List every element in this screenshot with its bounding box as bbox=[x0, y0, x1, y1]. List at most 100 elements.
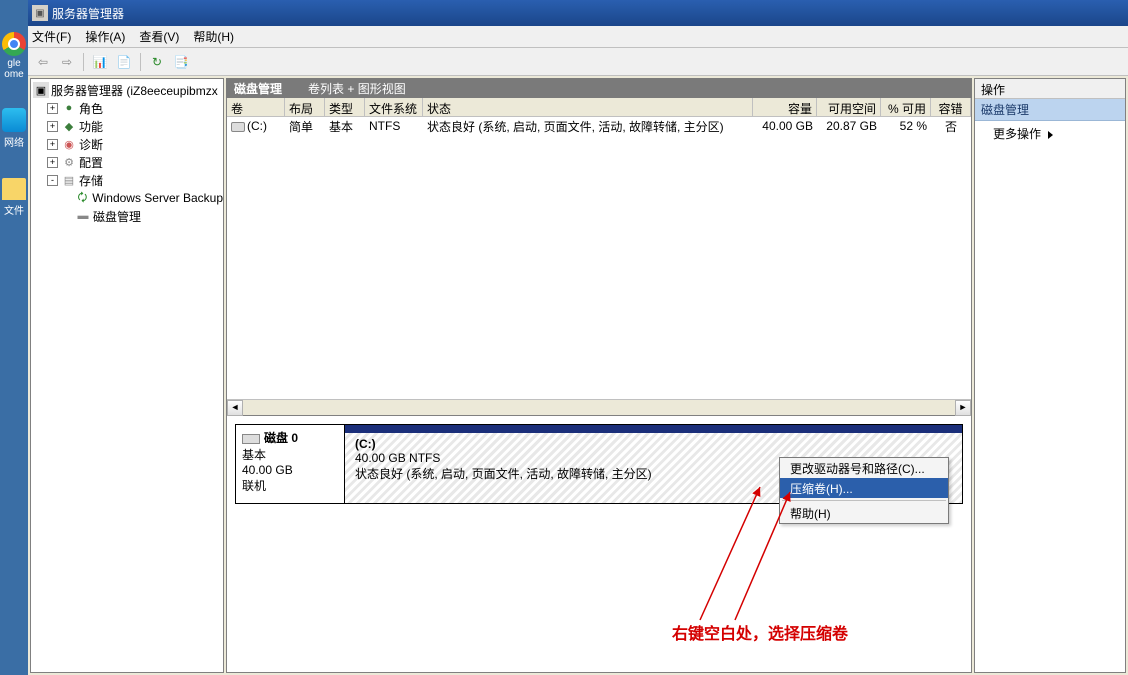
tree-item-config[interactable]: + ⚙ 配置 bbox=[31, 153, 223, 171]
tree-label: 角色 bbox=[79, 100, 103, 117]
tree-item-features[interactable]: + ◆ 功能 bbox=[31, 117, 223, 135]
desktop-icon-label: 文件 bbox=[0, 202, 28, 217]
context-menu: 更改驱动器号和路径(C)... 压缩卷(H)... 帮助(H) bbox=[779, 457, 949, 524]
desktop-icon-chrome[interactable]: gle ome bbox=[0, 30, 28, 86]
cell-free: 20.87 GB bbox=[817, 119, 881, 133]
export-button[interactable]: 📑 bbox=[170, 51, 192, 73]
horizontal-scrollbar[interactable]: ◄ ► bbox=[227, 399, 971, 415]
actions-section[interactable]: 磁盘管理 bbox=[975, 99, 1125, 121]
expand-icon[interactable]: + bbox=[47, 121, 58, 132]
diagnostics-icon: ◉ bbox=[61, 136, 77, 152]
storage-icon: ▤ bbox=[61, 172, 77, 188]
disk-state: 联机 bbox=[242, 477, 338, 494]
disk-info[interactable]: 磁盘 0 基本 40.00 GB 联机 bbox=[235, 424, 345, 504]
partition-color-bar bbox=[345, 425, 962, 433]
actions-more[interactable]: 更多操作 bbox=[975, 121, 1125, 146]
backup-icon: 🗘 bbox=[74, 190, 90, 206]
tree-label: 配置 bbox=[79, 154, 103, 171]
main-header-subtitle: 卷列表 + 图形视图 bbox=[308, 80, 406, 97]
app-icon bbox=[2, 108, 26, 132]
disk-icon bbox=[242, 434, 260, 444]
cell-filesystem: NTFS bbox=[365, 119, 423, 133]
chrome-icon bbox=[2, 32, 26, 56]
tree-label: Windows Server Backup bbox=[92, 191, 223, 205]
tree-item-diskmgmt[interactable]: ▬ 磁盘管理 bbox=[31, 207, 223, 225]
cell-fault: 否 bbox=[931, 118, 971, 135]
menu-change-drive-letter[interactable]: 更改驱动器号和路径(C)... bbox=[780, 458, 948, 478]
window-title: 服务器管理器 bbox=[52, 5, 124, 22]
menu-shrink-volume[interactable]: 压缩卷(H)... bbox=[780, 478, 948, 498]
cell-type: 基本 bbox=[325, 118, 365, 135]
server-manager-window: ▣ 服务器管理器 文件(F) 操作(A) 查看(V) 帮助(H) ⇦ ⇨ 📊 📄… bbox=[28, 0, 1128, 675]
actions-pane: 操作 磁盘管理 更多操作 bbox=[974, 78, 1126, 673]
config-icon: ⚙ bbox=[61, 154, 77, 170]
collapse-icon[interactable]: - bbox=[47, 175, 58, 186]
desktop-background[interactable]: gle ome 网络 文件 bbox=[0, 0, 28, 675]
menu-separator bbox=[782, 500, 946, 501]
cell-status: 状态良好 (系统, 启动, 页面文件, 活动, 故障转储, 主分区) bbox=[423, 118, 753, 135]
expand-icon[interactable]: + bbox=[47, 139, 58, 150]
col-type[interactable]: 类型 bbox=[325, 98, 365, 116]
menu-view[interactable]: 查看(V) bbox=[139, 28, 179, 45]
forward-button: ⇨ bbox=[56, 51, 78, 73]
main-header: 磁盘管理 卷列表 + 图形视图 bbox=[226, 78, 972, 98]
tree-root[interactable]: ▣ 服务器管理器 (iZ8eeceupibmzx bbox=[31, 81, 223, 99]
desktop-icon-label: ome bbox=[0, 69, 28, 80]
annotation-text: 右键空白处，选择压缩卷 bbox=[672, 620, 848, 644]
col-fault[interactable]: 容错 bbox=[931, 98, 971, 116]
desktop-icon-folder[interactable]: 文件 bbox=[0, 176, 28, 232]
disk-type: 基本 bbox=[242, 446, 338, 463]
main-pane: 磁盘管理 卷列表 + 图形视图 卷 布局 类型 文件系统 状态 容量 可用空间 … bbox=[226, 78, 972, 673]
expand-icon[interactable]: + bbox=[47, 103, 58, 114]
col-layout[interactable]: 布局 bbox=[285, 98, 325, 116]
disk-graphical-view[interactable]: 磁盘 0 基本 40.00 GB 联机 (C:) 40.00 GB NTFS 状… bbox=[226, 416, 972, 673]
main-header-title: 磁盘管理 bbox=[234, 80, 282, 97]
features-icon: ◆ bbox=[61, 118, 77, 134]
cell-layout: 简单 bbox=[285, 118, 325, 135]
tree-item-roles[interactable]: + ● 角色 bbox=[31, 99, 223, 117]
titlebar[interactable]: ▣ 服务器管理器 bbox=[28, 0, 1128, 26]
tree-label: 诊断 bbox=[79, 136, 103, 153]
tree-label: 功能 bbox=[79, 118, 103, 135]
cell-percent: 52 % bbox=[881, 119, 931, 133]
scope-button[interactable]: 📊 bbox=[89, 51, 111, 73]
volume-list-header: 卷 布局 类型 文件系统 状态 容量 可用空间 % 可用 容错 bbox=[227, 98, 971, 117]
menu-help[interactable]: 帮助(H) bbox=[193, 28, 234, 45]
col-percent[interactable]: % 可用 bbox=[881, 98, 931, 116]
tree-item-diagnostics[interactable]: + ◉ 诊断 bbox=[31, 135, 223, 153]
server-icon: ▣ bbox=[33, 82, 49, 98]
roles-icon: ● bbox=[61, 100, 77, 116]
desktop-icon-app[interactable]: 网络 bbox=[0, 106, 28, 162]
properties-button[interactable]: 📄 bbox=[113, 51, 135, 73]
expand-icon[interactable]: + bbox=[47, 157, 58, 168]
content-area: ▣ 服务器管理器 (iZ8eeceupibmzx + ● 角色 + ◆ 功能 bbox=[28, 76, 1128, 675]
col-filesystem[interactable]: 文件系统 bbox=[365, 98, 423, 116]
scroll-right-button[interactable]: ► bbox=[955, 400, 971, 416]
scroll-left-button[interactable]: ◄ bbox=[227, 400, 243, 416]
tree-item-storage[interactable]: - ▤ 存储 bbox=[31, 171, 223, 189]
tree-item-wsb[interactable]: 🗘 Windows Server Backup bbox=[31, 189, 223, 207]
menu-file[interactable]: 文件(F) bbox=[32, 28, 71, 45]
desktop-icon-label: gle bbox=[0, 58, 28, 69]
tree-label: 存储 bbox=[79, 172, 103, 189]
tree-pane[interactable]: ▣ 服务器管理器 (iZ8eeceupibmzx + ● 角色 + ◆ 功能 bbox=[30, 78, 224, 673]
tree-label: 服务器管理器 (iZ8eeceupibmzx bbox=[51, 82, 218, 99]
toolbar: ⇦ ⇨ 📊 📄 ↻ 📑 bbox=[28, 48, 1128, 76]
disk-size: 40.00 GB bbox=[242, 463, 338, 477]
refresh-button[interactable]: ↻ bbox=[146, 51, 168, 73]
cell-capacity: 40.00 GB bbox=[753, 119, 817, 133]
menubar: 文件(F) 操作(A) 查看(V) 帮助(H) bbox=[28, 26, 1128, 48]
col-volume[interactable]: 卷 bbox=[227, 98, 285, 116]
volume-row[interactable]: (C:) 简单 基本 NTFS 状态良好 (系统, 启动, 页面文件, 活动, … bbox=[227, 117, 971, 135]
back-button: ⇦ bbox=[32, 51, 54, 73]
app-icon: ▣ bbox=[32, 5, 48, 21]
actions-header: 操作 bbox=[975, 79, 1125, 99]
volume-list[interactable]: 卷 布局 类型 文件系统 状态 容量 可用空间 % 可用 容错 (C:) 简单 … bbox=[226, 98, 972, 416]
menu-action[interactable]: 操作(A) bbox=[85, 28, 125, 45]
tree-label: 磁盘管理 bbox=[93, 208, 141, 225]
col-status[interactable]: 状态 bbox=[423, 98, 753, 116]
col-free[interactable]: 可用空间 bbox=[817, 98, 881, 116]
menu-help[interactable]: 帮助(H) bbox=[780, 503, 948, 523]
col-capacity[interactable]: 容量 bbox=[753, 98, 817, 116]
folder-icon bbox=[2, 178, 26, 200]
